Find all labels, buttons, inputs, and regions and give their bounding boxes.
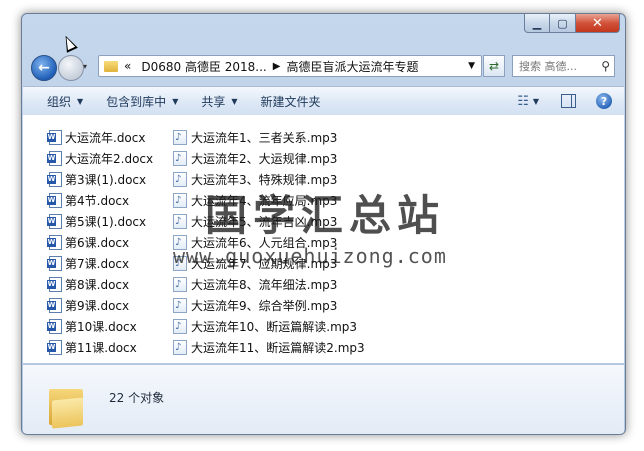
word-document-icon: [47, 235, 62, 250]
folder-icon: [49, 387, 83, 429]
breadcrumb-item[interactable]: D0680 高德臣 2018...: [141, 58, 266, 75]
chevron-down-icon: ▼: [172, 96, 179, 106]
forward-button[interactable]: [58, 55, 84, 81]
file-name: 第6课.docx: [65, 236, 130, 250]
file-item[interactable]: 第7课.docx: [47, 253, 153, 274]
new-folder-button[interactable]: 新建文件夹: [261, 93, 321, 110]
window-controls: ▁ ▢ ✕: [524, 14, 620, 33]
audio-file-icon: [173, 172, 187, 187]
organize-label: 组织: [47, 94, 72, 109]
item-count: 22 个对象: [109, 391, 165, 405]
refresh-button[interactable]: ⇄: [483, 55, 505, 77]
file-name: 第4节.docx: [65, 194, 130, 208]
file-item[interactable]: 第11课.docx: [47, 337, 153, 358]
word-document-icon: [47, 277, 62, 292]
audio-file-icon: [173, 340, 187, 355]
file-item[interactable]: 大运流年2、大运规律.mp3: [173, 148, 365, 169]
preview-pane-icon[interactable]: [561, 94, 576, 108]
file-item[interactable]: 大运流年2.docx: [47, 148, 154, 169]
file-name: 大运流年2、大运规律.mp3: [191, 152, 338, 166]
file-item[interactable]: 第10课.docx: [47, 316, 153, 337]
folder-icon: [104, 60, 118, 72]
file-name: 第11课.docx: [65, 341, 137, 355]
include-in-library-menu[interactable]: 包含到库中 ▼: [106, 93, 178, 110]
chevron-down-icon[interactable]: ▼: [533, 97, 539, 106]
share-label: 共享: [201, 94, 226, 109]
file-item[interactable]: 第8课.docx: [47, 274, 153, 295]
file-name: 大运流年8、流年细法.mp3: [191, 278, 338, 292]
close-button[interactable]: ✕: [576, 14, 620, 33]
file-item[interactable]: 大运流年8、流年细法.mp3: [173, 274, 365, 295]
audio-file-icon: [173, 130, 187, 145]
file-item[interactable]: 第6课.docx: [47, 232, 153, 253]
details-pane: 22 个对象: [23, 364, 624, 434]
back-button[interactable]: ←: [31, 55, 57, 81]
file-name: 大运流年9、综合举例.mp3: [191, 299, 338, 313]
minimize-button[interactable]: ▁: [524, 14, 550, 33]
search-input[interactable]: 搜索 高德... ⚲: [512, 55, 615, 77]
file-name: 第9课.docx: [65, 299, 130, 313]
include-in-library-label: 包含到库中: [106, 94, 167, 109]
file-name: 大运流年11、断运篇解读2.mp3: [191, 341, 365, 355]
file-name: 第8课.docx: [65, 278, 130, 292]
file-name: 第3课(1).docx: [65, 173, 147, 187]
audio-file-icon: [173, 298, 187, 313]
help-icon[interactable]: ?: [596, 93, 612, 109]
recent-pages-dropdown[interactable]: ▾: [83, 62, 87, 71]
breadcrumb-overflow[interactable]: «: [124, 59, 131, 73]
word-document-icon: [47, 130, 62, 145]
breadcrumb-item[interactable]: 高德臣盲派大运流年专题: [286, 58, 418, 75]
word-document-icon: [47, 256, 62, 271]
file-name: 大运流年.docx: [65, 131, 146, 145]
file-item[interactable]: 大运流年9、综合举例.mp3: [173, 295, 365, 316]
file-name: 第5课(1).docx: [65, 215, 147, 229]
file-item[interactable]: 大运流年1、三者关系.mp3: [173, 127, 365, 148]
organize-menu[interactable]: 组织 ▼: [47, 93, 83, 110]
audio-file-icon: [173, 319, 187, 334]
file-name: 第10课.docx: [65, 320, 137, 334]
audio-file-icon: [173, 277, 187, 292]
file-item[interactable]: 大运流年11、断运篇解读2.mp3: [173, 337, 365, 358]
chevron-down-icon: ▼: [231, 96, 238, 106]
file-name: 大运流年2.docx: [65, 152, 154, 166]
refresh-icon: ⇄: [488, 59, 500, 73]
command-bar: 组织 ▼ 包含到库中 ▼ 共享 ▼ 新建文件夹 ☷ ▼ ?: [23, 86, 624, 116]
file-name: 大运流年10、断运篇解读.mp3: [191, 320, 358, 334]
word-document-icon: [47, 214, 62, 229]
file-item[interactable]: 第5课(1).docx: [47, 211, 153, 232]
audio-file-icon: [173, 193, 187, 208]
chevron-down-icon: ▼: [77, 96, 84, 106]
word-document-icon: [47, 340, 62, 355]
chevron-right-icon[interactable]: ▶: [273, 61, 281, 72]
maximize-button[interactable]: ▢: [550, 14, 576, 33]
audio-file-icon: [173, 214, 187, 229]
new-folder-label: 新建文件夹: [260, 94, 321, 109]
file-item[interactable]: 大运流年.docx: [47, 127, 153, 148]
word-document-icon: [47, 172, 62, 187]
chevron-down-icon[interactable]: ▼: [468, 61, 475, 71]
view-options-icon[interactable]: ☷: [517, 94, 529, 109]
word-document-icon: [47, 193, 62, 208]
back-arrow-icon: ←: [38, 60, 50, 76]
file-item[interactable]: 第9课.docx: [47, 295, 153, 316]
word-document-icon: [47, 319, 62, 334]
share-menu[interactable]: 共享 ▼: [201, 93, 237, 110]
file-column-1: 大运流年.docx 大运流年2.docx 第3课(1).docx 第4节.doc…: [47, 127, 154, 358]
file-item[interactable]: 第3课(1).docx: [47, 169, 153, 190]
file-name: 大运流年1、三者关系.mp3: [191, 131, 338, 145]
audio-file-icon: [173, 151, 187, 166]
search-icon[interactable]: ⚲: [601, 59, 610, 73]
file-item[interactable]: 第4节.docx: [47, 190, 153, 211]
watermark-title: 国学汇总站: [205, 191, 446, 240]
search-placeholder: 搜索 高德...: [519, 60, 577, 73]
file-item[interactable]: 大运流年10、断运篇解读.mp3: [173, 316, 365, 337]
word-document-icon: [47, 151, 62, 166]
watermark-url: www.guoxuehuizong.com: [173, 244, 447, 268]
word-document-icon: [47, 298, 62, 313]
address-bar[interactable]: « D0680 高德臣 2018... ▶ 高德臣盲派大运流年专题 ▼: [98, 55, 482, 77]
file-name: 第7课.docx: [65, 257, 130, 271]
